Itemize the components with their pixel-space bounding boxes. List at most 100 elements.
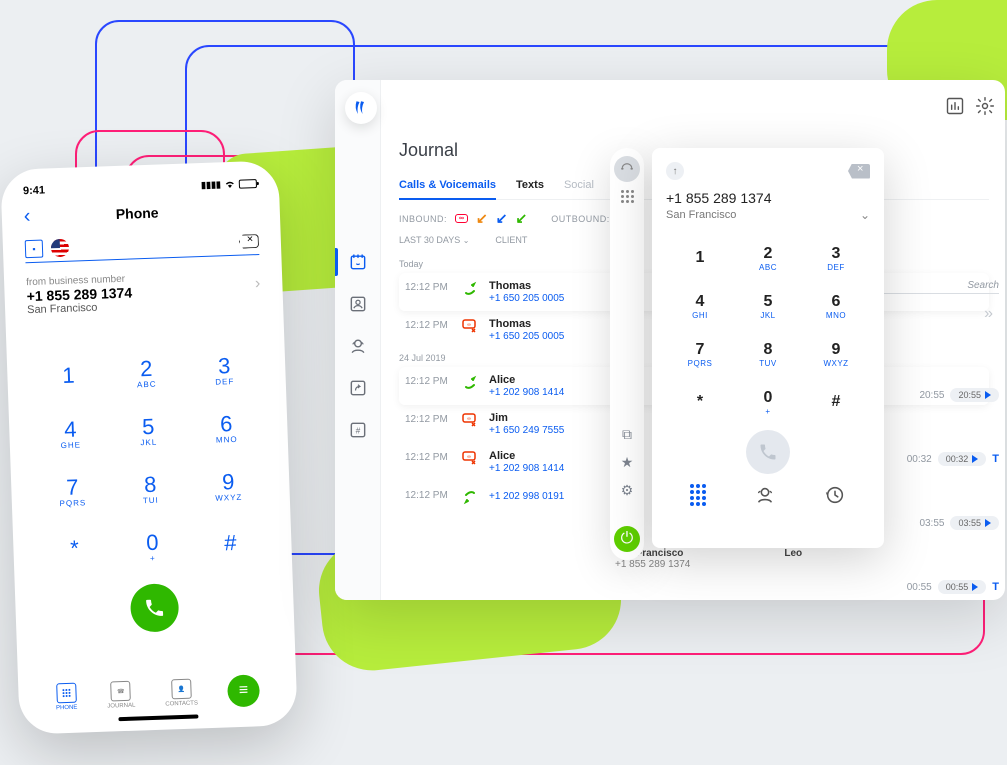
phone-bottom-nav: PHONE ☎ JOURNAL 👤 CONTACTS ≡	[40, 666, 275, 714]
key-star[interactable]: *	[35, 519, 115, 578]
dialer-popup: ↑ +1 855 289 1374 San Francisco ⌄ 1 2ABC…	[652, 148, 884, 548]
chevron-right-icon: ›	[255, 275, 261, 293]
battery-icon	[239, 179, 257, 189]
key-hash[interactable]: #	[190, 514, 270, 573]
sidebar-contacts[interactable]	[346, 292, 370, 316]
strip-phone-icon[interactable]	[614, 156, 640, 182]
phone-header: ‹ Phone	[23, 197, 258, 228]
client-filter[interactable]: CLIENT	[495, 235, 527, 245]
stats-icon[interactable]	[945, 96, 965, 116]
app-logo[interactable]	[345, 92, 377, 124]
voicemail-missed-icon: ∞	[461, 318, 479, 336]
star-icon[interactable]: ★	[617, 452, 637, 472]
key-0[interactable]: 0+	[112, 517, 192, 576]
flag-icon[interactable]	[51, 239, 70, 258]
voicemail-icon[interactable]: ∞	[455, 214, 468, 223]
dkey-5[interactable]: 5JKL	[734, 284, 802, 328]
dkey-2[interactable]: 2ABC	[734, 236, 802, 280]
wifi-icon	[224, 179, 236, 189]
status-icons: ▮▮▮▮	[201, 177, 257, 191]
inbound-label: INBOUND:	[399, 214, 447, 224]
arrow-in-icon[interactable]: ↙	[496, 210, 508, 227]
svg-text:#: #	[355, 425, 360, 435]
key-4[interactable]: 4GHE	[30, 403, 110, 462]
number-input[interactable]	[77, 242, 231, 247]
nav-phone[interactable]: PHONE	[55, 683, 77, 712]
svg-text:∞: ∞	[467, 454, 471, 460]
collapse-icon[interactable]: ↑	[666, 162, 684, 180]
results-column: Search 20:5520:55 00:3200:32T 03:5503:55…	[869, 280, 999, 600]
key-2[interactable]: 2ABC	[106, 343, 186, 402]
sidebar-support[interactable]	[346, 334, 370, 358]
chevron-down-icon[interactable]: ⌄	[860, 208, 870, 222]
dkey-6[interactable]: 6MNO	[802, 284, 870, 328]
t-badge: T	[992, 453, 999, 465]
nav-contacts[interactable]: 👤 CONTACTS	[165, 678, 199, 707]
status-time: 9:41	[23, 184, 45, 197]
call-button-disabled[interactable]	[746, 430, 790, 474]
status-bar: 9:41 ▮▮▮▮	[23, 177, 257, 197]
fab-menu[interactable]: ≡	[227, 674, 260, 707]
number-input-row: ▪	[25, 232, 260, 263]
sidebar-journal[interactable]	[346, 250, 370, 274]
dkey-star[interactable]: *	[666, 380, 734, 424]
dialer-location: San Francisco	[666, 209, 736, 221]
dkey-1[interactable]: 1	[666, 236, 734, 280]
result-row[interactable]: 00:3200:32T	[869, 452, 999, 466]
arrow-answered-icon[interactable]: ↙	[515, 210, 527, 227]
result-row[interactable]: 03:5503:55	[869, 516, 999, 530]
key-5[interactable]: 5JKL	[108, 401, 188, 460]
tab-texts[interactable]: Texts	[516, 179, 544, 191]
dialer-number: +1 855 289 1374	[666, 190, 870, 206]
key-7[interactable]: 7PQRS	[33, 461, 113, 520]
strip-keypad-icon[interactable]	[621, 190, 634, 203]
dkey-7[interactable]: 7PQRS	[666, 332, 734, 376]
home-indicator	[118, 714, 198, 721]
nav-journal[interactable]: ☎ JOURNAL	[107, 681, 136, 710]
dkey-9[interactable]: 9WXYZ	[802, 332, 870, 376]
headset-icon[interactable]	[754, 484, 776, 506]
mobile-keypad: 1 2ABC 3DEF 4GHE 5JKL 6MNO 7PQRS 8TUI 9W…	[28, 340, 270, 578]
key-3[interactable]: 3DEF	[184, 340, 264, 399]
contact-card-icon[interactable]: ▪	[25, 240, 44, 259]
backspace-button[interactable]	[848, 164, 870, 179]
sidebar-keypad[interactable]: #	[346, 418, 370, 442]
tab-calls[interactable]: Calls & Voicemails	[399, 179, 496, 200]
dkey-3[interactable]: 3DEF	[802, 236, 870, 280]
journal-icon: ☎	[111, 681, 132, 702]
keypad-icon	[56, 683, 77, 704]
dkey-0[interactable]: 0+	[734, 380, 802, 424]
sidebar-forward[interactable]	[346, 376, 370, 400]
voicemail-missed-icon: ∞	[461, 450, 479, 468]
dkey-hash[interactable]: #	[802, 380, 870, 424]
recent-icon[interactable]	[824, 484, 846, 506]
gear-icon[interactable]: ⚙	[617, 480, 637, 500]
desktop-sidebar: #	[335, 80, 381, 600]
tab-social[interactable]: Social	[564, 179, 594, 191]
t-badge: T	[992, 581, 999, 593]
play-icon	[972, 583, 978, 591]
settings-icon[interactable]	[975, 96, 995, 116]
call-button[interactable]	[130, 583, 180, 633]
result-row[interactable]: 20:5520:55	[869, 388, 999, 402]
backspace-button[interactable]	[239, 234, 259, 249]
date-filter[interactable]: LAST 30 DAYS ⌄	[399, 235, 469, 245]
key-1[interactable]: 1	[28, 345, 108, 404]
arrow-missed-icon[interactable]: ↙	[476, 210, 488, 227]
dkey-4[interactable]: 4GHI	[666, 284, 734, 328]
play-icon	[985, 519, 991, 527]
dialer-bottom-nav	[666, 484, 870, 506]
search-link[interactable]: Search	[869, 280, 999, 294]
popout-icon[interactable]: ⧉	[617, 424, 637, 444]
play-icon	[985, 391, 991, 399]
contacts-icon: 👤	[171, 679, 192, 700]
power-button[interactable]: ⏻	[614, 526, 640, 552]
key-8[interactable]: 8TUI	[110, 459, 190, 518]
outbound-icon	[461, 280, 479, 298]
dkey-8[interactable]: 8TUV	[734, 332, 802, 376]
keypad-mode-icon[interactable]	[690, 484, 706, 506]
result-row[interactable]: 00:5500:55T	[869, 580, 999, 594]
key-6[interactable]: 6MNO	[186, 398, 266, 457]
key-9[interactable]: 9WXYZ	[188, 456, 268, 515]
from-number-block[interactable]: from business number +1 855 289 1374 San…	[26, 263, 262, 328]
